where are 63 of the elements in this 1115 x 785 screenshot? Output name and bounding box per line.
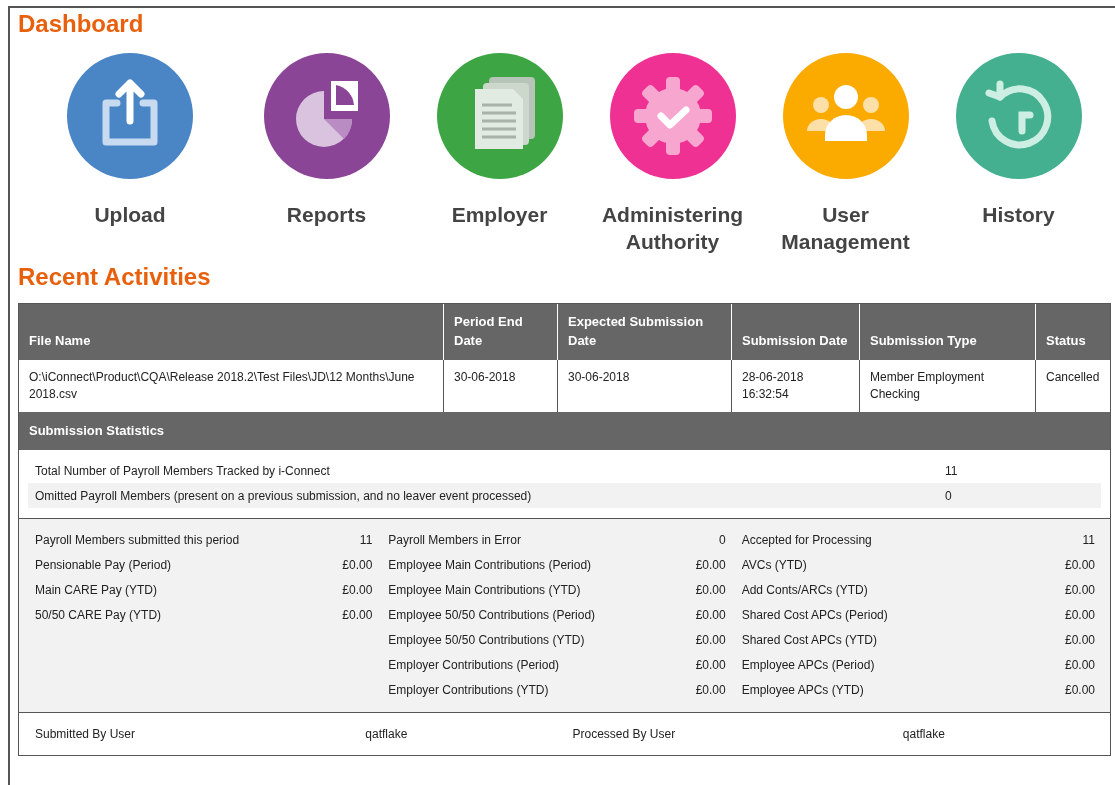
stat-label: Shared Cost APCs (Period) [741, 607, 888, 622]
stat-value: 0 [718, 532, 726, 547]
stat-value: £0.00 [695, 557, 726, 572]
stat-label: Employee APCs (YTD) [741, 682, 864, 697]
stat-label: Accepted for Processing [741, 532, 872, 547]
tile-label[interactable]: Reports [286, 201, 367, 257]
stat-value: £0.00 [1064, 582, 1095, 597]
users-icon[interactable] [782, 53, 909, 179]
stat-value: 11 [945, 463, 958, 478]
stat-value: £0.00 [1064, 607, 1095, 622]
tile-label[interactable]: Upload [94, 201, 166, 257]
stat-label: Employer Contributions (Period) [388, 657, 560, 672]
stat-value: £0.00 [695, 657, 726, 672]
stat-label: Employee 50/50 Contributions (Period) [388, 607, 596, 622]
column-header: Submission Date [731, 304, 859, 360]
stat-value: 11 [359, 532, 373, 547]
stat-label: Shared Cost APCs (YTD) [741, 632, 878, 647]
section-title: Recent Activities [18, 263, 211, 291]
tile-label[interactable]: Administering Authority [587, 201, 758, 257]
stat-label: Total Number of Payroll Members Tracked by i-Connect [35, 463, 331, 478]
stat-value: qatflake [365, 727, 409, 741]
stat-label: Employee Main Contributions (YTD) [388, 582, 581, 597]
table-cell-text: O:\iConnect\Product\CQA\Release 2018.2\Test Files\JD\12 Months\June 2018.csv [28, 369, 416, 403]
stat-value: £0.00 [1064, 657, 1095, 672]
column-header: Period End Date [443, 304, 557, 360]
tile-label[interactable]: History [982, 201, 1055, 257]
stat-label: Employer Contributions (YTD) [388, 682, 549, 697]
stat-label: Employee 50/50 Contributions (YTD) [388, 632, 585, 647]
stat-label: Employee APCs (Period) [741, 657, 875, 672]
stat-label: Omitted Payroll Members (present on a previous submission, and no leaver event processed) [35, 488, 533, 503]
dashboard-title: Dashboard [18, 10, 144, 38]
stat-label: Submitted By User [35, 727, 137, 741]
stat-value: £0.00 [695, 632, 726, 647]
stat-value: 11 [1082, 532, 1095, 547]
stat-value: £0.00 [1064, 632, 1095, 647]
stat-value: £0.00 [695, 582, 726, 597]
stat-value: £0.00 [342, 557, 373, 572]
upload-icon[interactable] [67, 53, 193, 179]
stat-value: £0.00 [1064, 557, 1095, 572]
stat-value: £0.00 [695, 682, 726, 697]
stat-label: Main CARE Pay (YTD) [35, 582, 158, 597]
stat-label: 50/50 CARE Pay (YTD) [35, 607, 162, 622]
stat-value: £0.00 [342, 582, 373, 597]
stat-value: £0.00 [1064, 682, 1095, 697]
column-header: File Name [28, 332, 92, 350]
stat-label: Payroll Members in Error [388, 532, 522, 547]
column-header: Expected Submission Date [557, 304, 731, 360]
statistics-header: Submission Statistics [19, 412, 1110, 450]
stat-label: Payroll Members submitted this period [35, 532, 240, 547]
tile-label[interactable]: User Management [760, 201, 931, 257]
column-header: Submission Type [859, 304, 1035, 360]
stat-label: Pensionable Pay (Period) [35, 557, 172, 572]
column-header: Status [1035, 304, 1110, 360]
stat-value: £0.00 [342, 607, 373, 622]
history-icon[interactable] [955, 53, 1082, 179]
tile-label[interactable]: Employer [451, 201, 548, 257]
stat-value: qatflake [902, 727, 946, 741]
stat-label: Add Conts/ARCs (YTD) [741, 582, 868, 597]
stat-label: Processed By User [572, 727, 677, 741]
stat-label: AVCs (YTD) [741, 557, 807, 572]
stat-value: 0 [945, 488, 952, 503]
stat-label: Employee Main Contributions (Period) [388, 557, 592, 572]
stat-value: £0.00 [695, 607, 726, 622]
